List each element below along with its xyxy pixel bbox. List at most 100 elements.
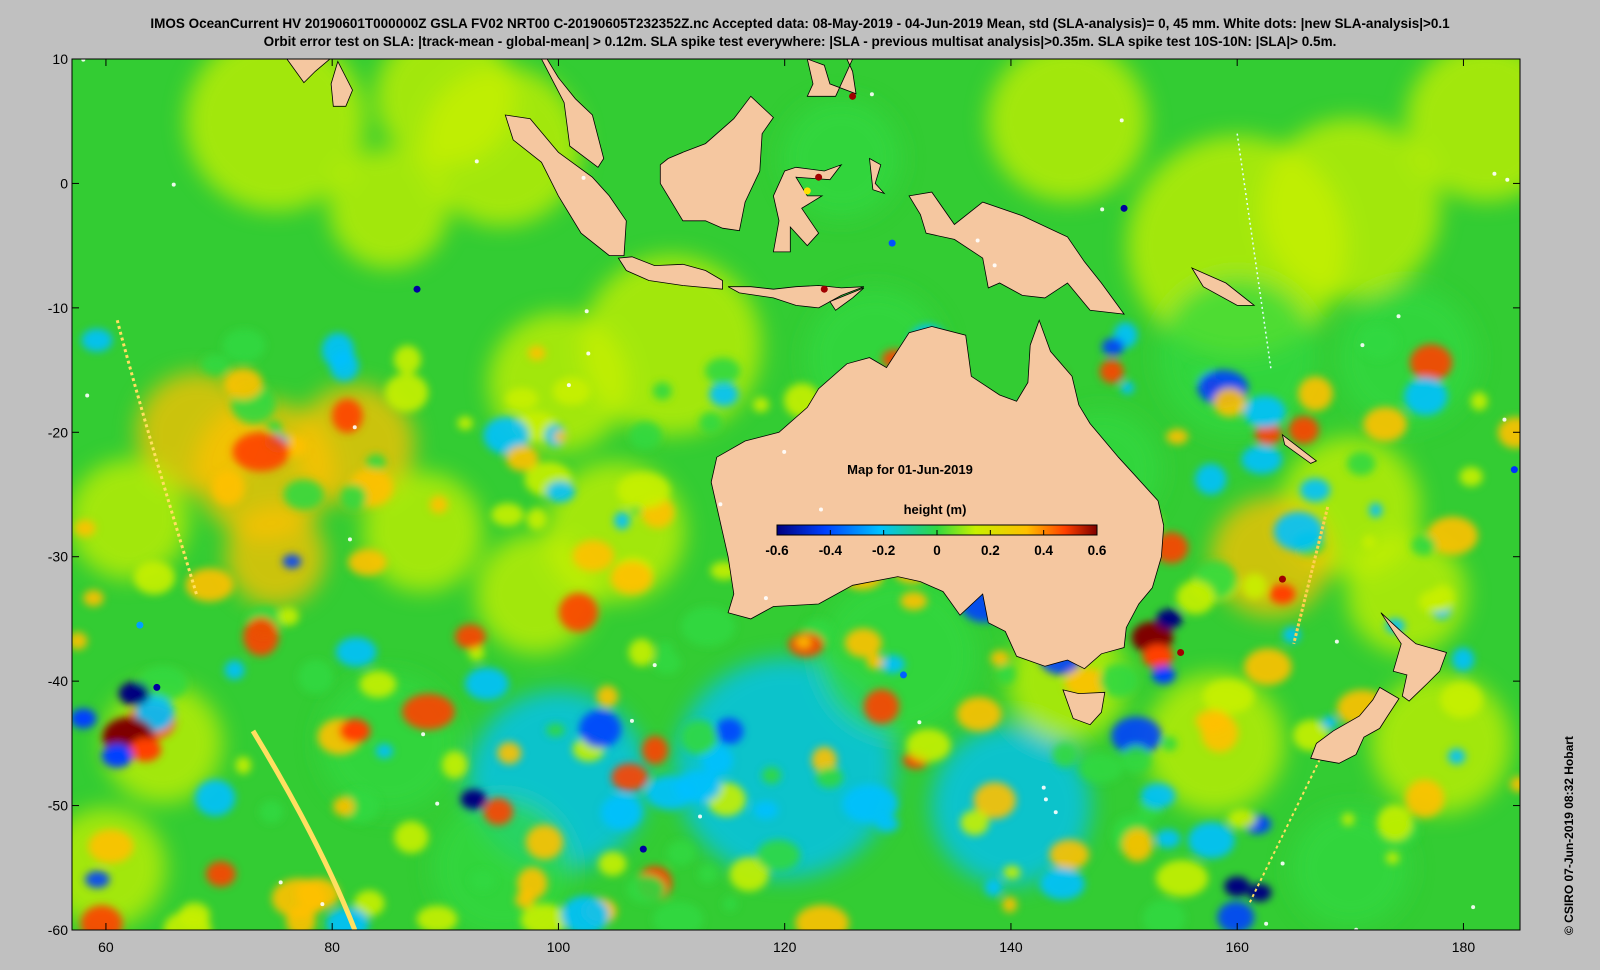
map-plot-area [72, 59, 1520, 930]
sla-strong-eddy [129, 737, 162, 762]
sla-eddy [497, 742, 522, 765]
sla-eddy [628, 638, 655, 667]
sla-eddy [528, 346, 546, 361]
colorbar-tick-label: -0.2 [872, 543, 895, 558]
sla-eddy [996, 663, 1016, 685]
sla-eddy [844, 628, 882, 658]
sla-eddy [224, 660, 245, 680]
sla-eddy [880, 654, 905, 674]
sla-eddy [283, 479, 324, 510]
sla-eddy [1176, 580, 1215, 615]
sla-eddy [1411, 534, 1436, 556]
colorbar-tick-label: 0.6 [1088, 543, 1107, 558]
sla-eddy [652, 651, 681, 675]
colorbar-tick-label: 0 [933, 543, 941, 558]
sla-eddy [558, 592, 599, 632]
sla-eddy [84, 870, 110, 889]
sla-eddy [81, 328, 113, 352]
sla-eddy [600, 794, 642, 831]
sla-strong-eddy [1224, 876, 1251, 897]
y-tick-label: 0 [60, 175, 68, 191]
white-dot [435, 801, 440, 806]
flagged-dot [1278, 575, 1286, 583]
sla-eddy [505, 387, 539, 410]
white-dot [763, 596, 768, 601]
colorbar-tick-label: 0.4 [1034, 543, 1053, 558]
white-dot [586, 351, 591, 356]
sla-eddy [1510, 776, 1520, 793]
copyright-credit: © CSIRO 07-Jun-2019 08:32 Hobart [1562, 736, 1576, 935]
white-dot [698, 814, 703, 819]
white-dot [1041, 785, 1046, 790]
white-dot [85, 393, 90, 398]
sla-eddy [579, 710, 622, 748]
sla-eddy [756, 839, 801, 872]
sla-eddy [752, 397, 770, 413]
sla-eddy [491, 503, 524, 527]
sla-eddy [652, 901, 704, 930]
sla-eddy [611, 763, 648, 791]
white-dot [782, 449, 787, 454]
sla-eddy [441, 751, 468, 779]
white-dot [975, 238, 980, 243]
white-dot [320, 902, 325, 907]
white-dot [278, 880, 283, 885]
sla-eddy [222, 328, 266, 362]
sla-eddy [680, 720, 718, 755]
sla-eddy [1166, 428, 1189, 445]
sla-eddy [629, 421, 662, 450]
sla-eddy [1409, 344, 1453, 382]
sla-eddy [1161, 736, 1178, 752]
sla-eddy [705, 357, 741, 385]
sla-eddy [614, 511, 631, 530]
sla-eddy [863, 689, 900, 724]
y-tick-label: 10 [52, 51, 68, 67]
sla-eddy [1430, 584, 1455, 612]
sla-eddy [1244, 648, 1292, 686]
sla-eddy [1101, 337, 1125, 356]
sla-eddy [1242, 573, 1267, 599]
sla-strong-eddy [72, 708, 97, 729]
sla-eddy [331, 398, 363, 433]
sla-eddy [74, 519, 96, 537]
sla-eddy [552, 377, 591, 406]
white-dot [1334, 639, 1339, 644]
sla-eddy [394, 821, 429, 854]
x-tick-label: 100 [547, 939, 571, 955]
sla-eddy [321, 332, 355, 368]
sla-eddy [1470, 392, 1488, 411]
white-dot [1053, 810, 1058, 815]
sla-eddy [753, 801, 779, 820]
sla-eddy [1241, 445, 1283, 474]
sla-eddy [1405, 779, 1445, 818]
white-dot [1471, 905, 1476, 910]
sla-eddy [699, 412, 722, 433]
sla-eddy [340, 484, 367, 511]
sla-broad-blob [328, 148, 449, 269]
white-dot [629, 718, 634, 723]
sla-eddy [1188, 822, 1235, 859]
sla-eddy [1217, 901, 1255, 930]
sea-level-anomaly-map: 60 80 100 120 140 160 180 100-10-20-30-40-50-6… [48, 51, 1521, 955]
sla-eddy [617, 472, 671, 509]
sla-eddy [1346, 451, 1376, 476]
sla-eddy [1195, 463, 1227, 495]
colorbar-title: height (m) [904, 502, 967, 517]
sla-eddy [960, 810, 989, 836]
colorbar-tick-label: -0.4 [819, 543, 843, 558]
sla-eddy [1052, 742, 1078, 768]
flagged-dot [849, 92, 857, 100]
sla-eddy [1363, 406, 1408, 442]
sla-eddy [1440, 681, 1483, 718]
sla-eddy [1459, 467, 1483, 487]
sla-eddy [375, 743, 394, 759]
white-dot [1100, 207, 1105, 212]
colorbar-tick-label: -0.6 [765, 543, 789, 558]
flagged-dot [1510, 466, 1518, 474]
white-dot [652, 663, 657, 668]
white-dot [171, 182, 176, 187]
sla-eddy [1362, 535, 1376, 549]
sla-eddy [223, 368, 263, 400]
white-dot [421, 732, 426, 737]
sla-broad-blob [1336, 287, 1477, 428]
